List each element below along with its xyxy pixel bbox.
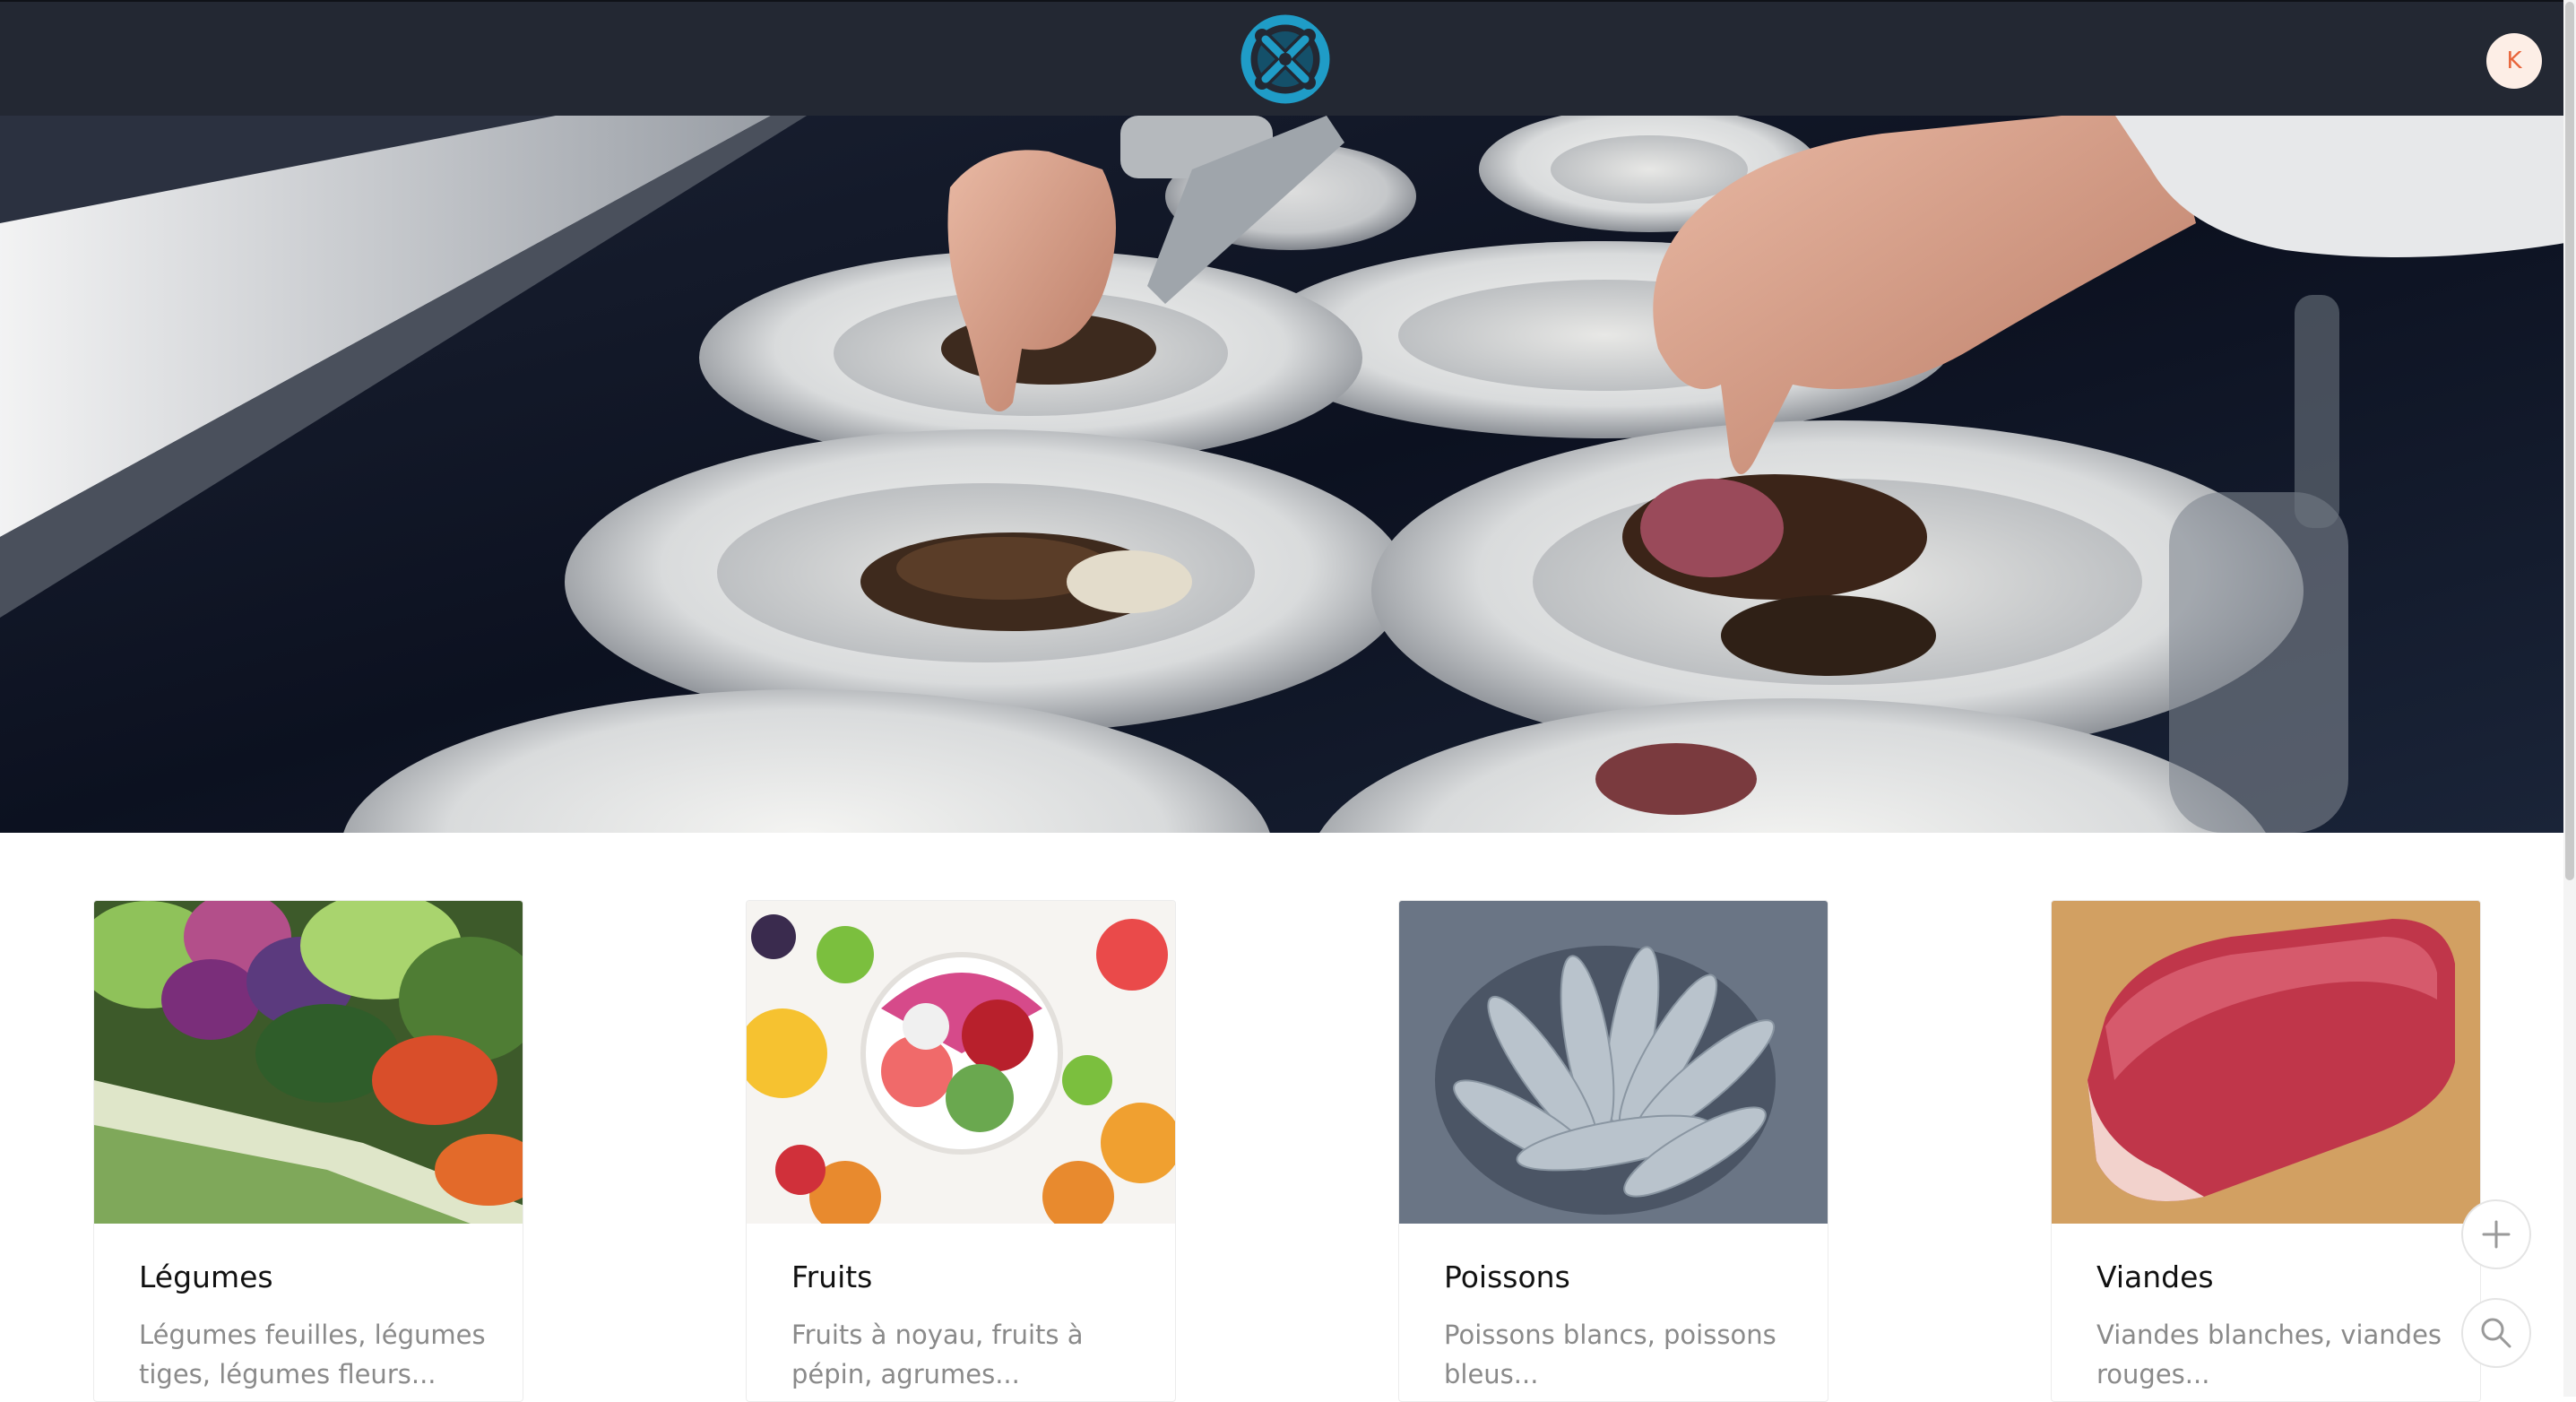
- category-card-fruits[interactable]: Fruits Fruits à noyau, fruits à pépin, a…: [746, 900, 1176, 1402]
- search-icon: [2481, 1318, 2511, 1348]
- user-initial: K: [2506, 48, 2522, 74]
- category-description: Fruits à noyau, fruits à pépin, agrumes.…: [791, 1320, 1084, 1389]
- scrollbar-thumb[interactable]: [2565, 2, 2574, 880]
- user-avatar[interactable]: K: [2486, 33, 2542, 89]
- search-button[interactable]: [2461, 1298, 2531, 1368]
- app-logo[interactable]: [1240, 14, 1330, 104]
- category-image-poissons: [1399, 901, 1828, 1224]
- plus-icon: [2482, 1220, 2511, 1249]
- category-card-viandes[interactable]: Viandes Viandes blanches, viandes rouges…: [2051, 900, 2481, 1402]
- category-description: Viandes blanches, viandes rouges...: [2096, 1320, 2442, 1389]
- category-title: Poissons: [1444, 1259, 1570, 1294]
- top-navigation-bar: K: [0, 0, 2576, 116]
- add-button[interactable]: [2461, 1199, 2531, 1269]
- category-description: Légumes feuilles, légumes tiges, légumes…: [139, 1320, 486, 1389]
- category-card-poissons[interactable]: Poissons Poissons blancs, poissons bleus…: [1398, 900, 1828, 1402]
- category-title: Viandes: [2096, 1259, 2214, 1294]
- category-image-fruits: [747, 901, 1175, 1224]
- category-description: Poissons blancs, poissons bleus...: [1444, 1320, 1776, 1389]
- category-title: Fruits: [791, 1259, 873, 1294]
- hero-image: [0, 116, 2576, 833]
- category-image-viandes: [2052, 901, 2480, 1224]
- category-image-legumes: [94, 901, 523, 1224]
- hero-carousel[interactable]: [0, 116, 2576, 833]
- category-title: Légumes: [139, 1259, 273, 1294]
- category-card-legumes[interactable]: Légumes Légumes feuilles, légumes tiges,…: [93, 900, 523, 1402]
